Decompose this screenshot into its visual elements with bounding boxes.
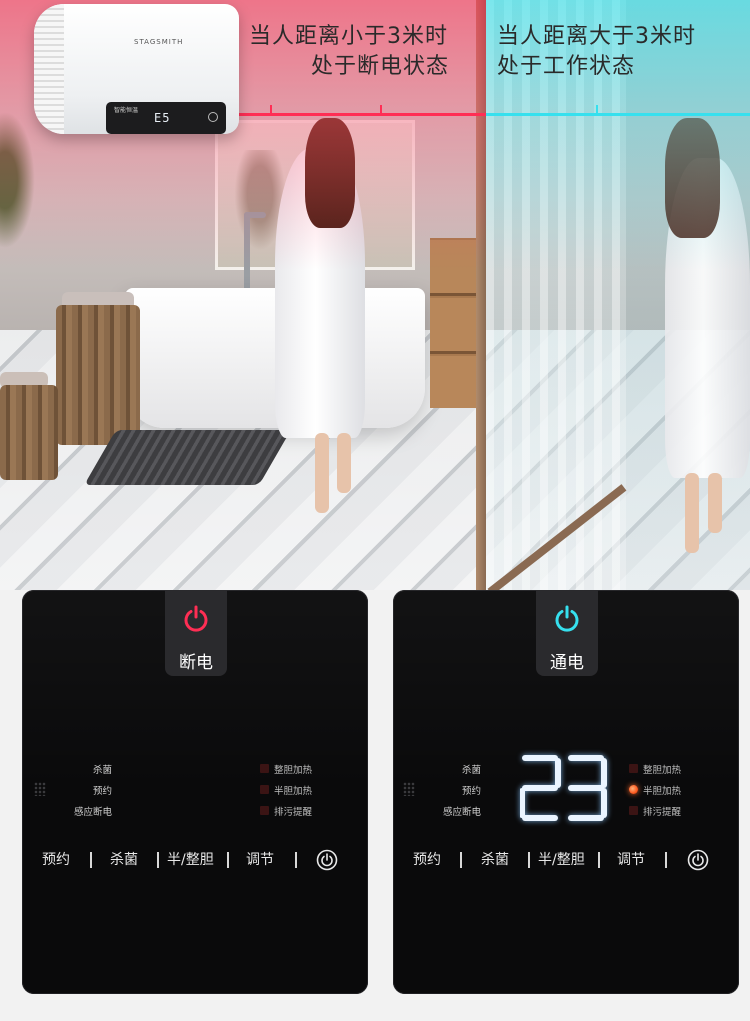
sterilize-button[interactable]: 杀菌 bbox=[481, 848, 509, 872]
schedule-button[interactable]: 预约 bbox=[42, 848, 70, 872]
label-schedule: 预约 bbox=[461, 786, 481, 797]
heater-display-value: E5 bbox=[154, 111, 171, 125]
power-button-icon[interactable] bbox=[687, 849, 709, 871]
label-sterilize: 杀菌 bbox=[461, 765, 481, 776]
touch-button-row: 预约 杀菌 半/整胆 调节 bbox=[22, 848, 368, 872]
adjust-button[interactable]: 调节 bbox=[617, 848, 645, 872]
indicator-full-heat bbox=[629, 764, 638, 773]
heater-display-panel: 智能恒温 E5 bbox=[106, 102, 226, 134]
temperature-value: 23 bbox=[520, 755, 521, 756]
control-panel-off: 断电 杀菌 预约 感应断电 整胆加热 半胆加热 排污提醒 预约 杀菌 半/整胆 … bbox=[22, 590, 368, 994]
indicator-half-heat bbox=[260, 785, 269, 794]
heater-vent bbox=[34, 4, 64, 134]
control-panel-on: 通电 杀菌 预约 感应断电 23 整胆加热 半胆加热 排污提醒 预约 杀菌 半/… bbox=[393, 590, 739, 994]
wood-stool bbox=[56, 305, 140, 445]
divider bbox=[157, 852, 159, 868]
sterilize-button[interactable]: 杀菌 bbox=[110, 848, 138, 872]
status-label: 通电 bbox=[550, 653, 584, 673]
caption-right-line-1: 当人距离大于3米时 bbox=[497, 24, 696, 49]
option-half-heat: 半胆加热 bbox=[274, 786, 313, 797]
indicator-full-heat bbox=[260, 764, 269, 773]
range-tick bbox=[380, 105, 382, 115]
speaker-grille-icon bbox=[403, 782, 415, 796]
range-tick bbox=[270, 105, 272, 115]
bathroom-scene: STAGSMITH 智能恒温 E5 当人距离小于3米时 处于断电状态 当人距离大… bbox=[0, 0, 750, 590]
divider bbox=[90, 852, 92, 868]
caption-left-line-2: 处于断电状态 bbox=[311, 54, 450, 79]
caption-left-line-1: 当人距离小于3米时 bbox=[249, 24, 448, 49]
heater-power-icon bbox=[208, 112, 218, 122]
divider bbox=[598, 852, 600, 868]
divider bbox=[295, 852, 297, 868]
option-drain-reminder: 排污提醒 bbox=[643, 807, 682, 818]
adjust-button[interactable]: 调节 bbox=[246, 848, 274, 872]
half-full-tank-button[interactable]: 半/整胆 bbox=[538, 848, 585, 872]
option-full-heat: 整胆加热 bbox=[274, 765, 313, 776]
heater-brand: STAGSMITH bbox=[134, 38, 184, 46]
power-icon-red bbox=[184, 605, 208, 632]
label-schedule: 预约 bbox=[92, 786, 112, 797]
divider bbox=[227, 852, 229, 868]
power-button-icon[interactable] bbox=[316, 849, 338, 871]
water-heater: STAGSMITH 智能恒温 E5 bbox=[34, 4, 239, 134]
half-full-tank-button[interactable]: 半/整胆 bbox=[167, 848, 214, 872]
option-drain-reminder: 排污提醒 bbox=[274, 807, 313, 818]
label-sterilize: 杀菌 bbox=[92, 765, 112, 776]
caption-right-line-2: 处于工作状态 bbox=[497, 54, 636, 79]
status-badge-on: 通电 bbox=[536, 590, 598, 676]
on-range-line bbox=[486, 113, 750, 116]
label-sensor-off: 感应断电 bbox=[442, 807, 481, 818]
indicator-drain-reminder bbox=[629, 806, 638, 815]
divider bbox=[460, 852, 462, 868]
caption-right: 当人距离大于3米时 处于工作状态 bbox=[497, 22, 696, 82]
wood-stool bbox=[0, 385, 58, 480]
divider bbox=[528, 852, 530, 868]
status-label: 断电 bbox=[179, 653, 213, 673]
temperature-display bbox=[520, 755, 607, 821]
option-half-heat: 半胆加热 bbox=[643, 786, 682, 797]
schedule-button[interactable]: 预约 bbox=[413, 848, 441, 872]
touch-button-row: 预约 杀菌 半/整胆 调节 bbox=[393, 848, 739, 872]
option-full-heat: 整胆加热 bbox=[643, 765, 682, 776]
indicator-half-heat-active bbox=[629, 785, 638, 794]
speaker-grille-icon bbox=[34, 782, 46, 796]
power-icon-cyan bbox=[555, 605, 579, 632]
indicator-drain-reminder bbox=[260, 806, 269, 815]
range-tick bbox=[596, 105, 598, 115]
caption-left: 当人距离小于3米时 处于断电状态 bbox=[249, 22, 449, 82]
divider bbox=[665, 852, 667, 868]
status-badge-off: 断电 bbox=[165, 590, 227, 676]
heater-panel-label: 智能恒温 bbox=[114, 107, 139, 114]
label-sensor-off: 感应断电 bbox=[73, 807, 112, 818]
